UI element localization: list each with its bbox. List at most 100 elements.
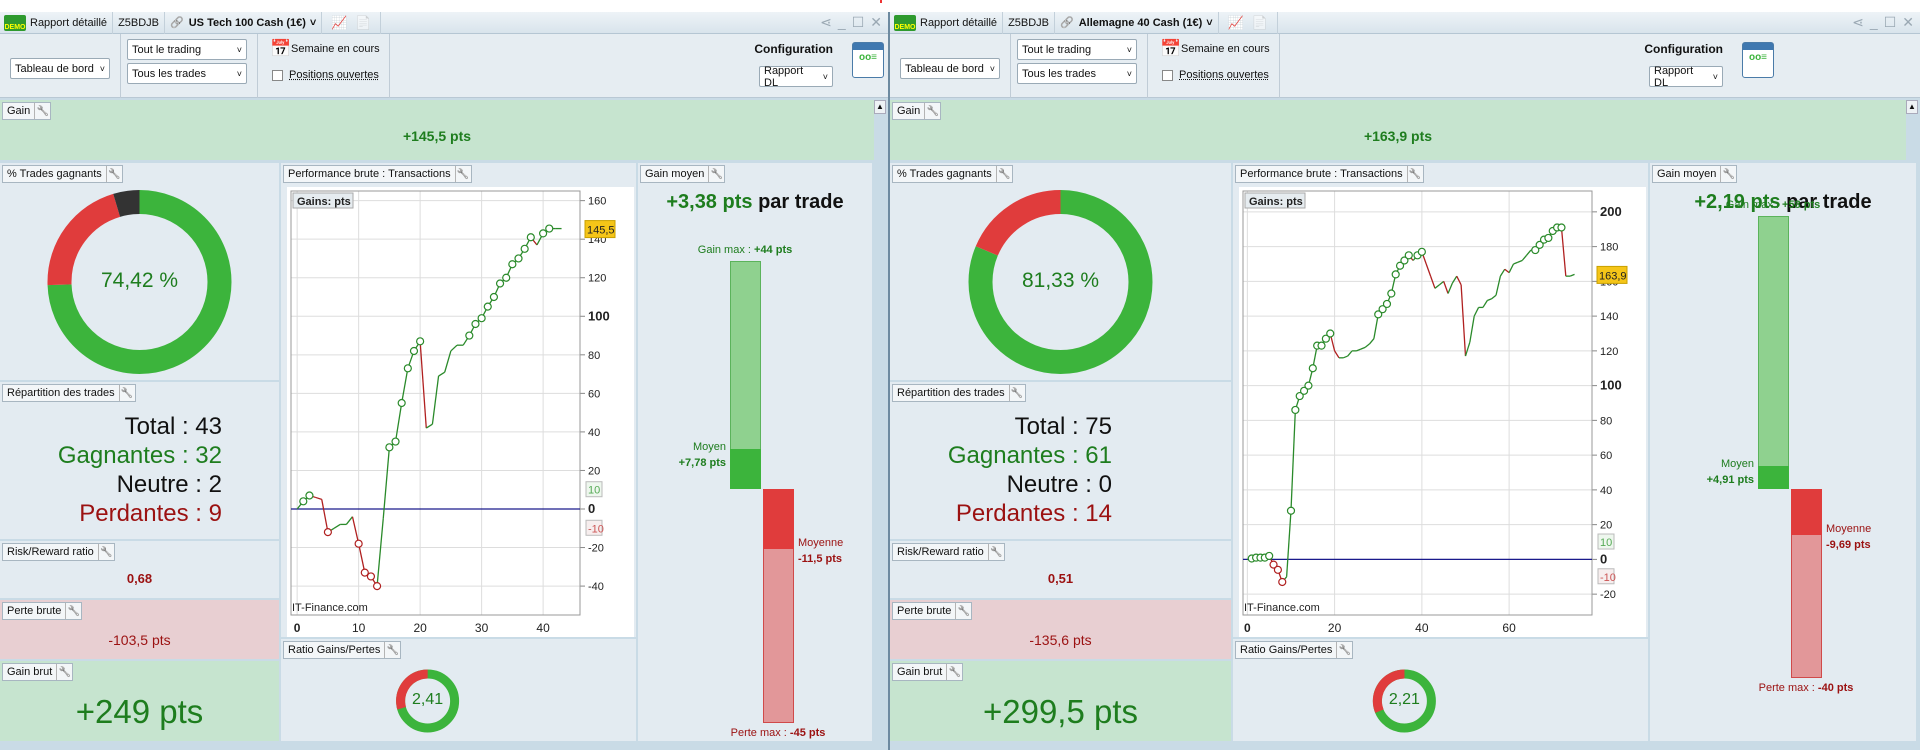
gross-gain-header: Gain brut 🔧 <box>892 663 964 681</box>
open-positions-link[interactable]: Positions ouvertes <box>1179 69 1269 81</box>
scroll-up-button[interactable]: ▲ <box>874 100 886 114</box>
separator: : <box>188 471 209 498</box>
title-bar: DEMO Rapport détaillé Z5BDJB 🔗 Allemagne 40 … <box>890 12 1920 34</box>
chevron-down-icon: ˅ <box>236 68 242 79</box>
wrench-icon[interactable]: 🔧 <box>1720 166 1736 182</box>
document-icon[interactable]: 📄 <box>1251 15 1269 31</box>
wrench-icon[interactable]: 🔧 <box>946 664 962 680</box>
wrench-icon[interactable]: 🔧 <box>987 544 1004 560</box>
equity-segment <box>438 371 446 377</box>
equity-segment <box>394 402 403 442</box>
equity-point-up <box>489 292 499 302</box>
view-select[interactable]: Tableau de bord ˅ <box>900 58 1000 79</box>
scope-select[interactable]: Tout le trading ˅ <box>127 39 247 60</box>
instrument-selector[interactable]: 🔗 US Tech 100 Cash (1€) ˅ <box>165 12 323 34</box>
win-rate-value: 74,42 % <box>100 269 179 292</box>
distribution-neutral-count: 0 <box>1098 471 1112 498</box>
equity-point-down <box>1278 577 1287 587</box>
equity-point-down <box>354 539 363 548</box>
toolbar: Tableau de bord ˅ Tout le trading ˅ Tous les… <box>890 34 1920 98</box>
instrument-selector[interactable]: 🔗 Allemagne 40 Cash (1€) ˅ <box>1055 12 1219 34</box>
minimize-icon[interactable]: _ <box>838 14 846 31</box>
win-rate-value: 81,33 % <box>1021 269 1100 292</box>
wrench-icon[interactable]: 🔧 <box>65 603 81 619</box>
tool-icons: 📈 📄 <box>322 12 382 34</box>
equity-point-up <box>397 398 406 408</box>
open-positions-link[interactable]: Positions ouvertes <box>289 69 379 81</box>
instrument-name: Allemagne 40 Cash (1€) <box>1078 16 1203 29</box>
wrench-icon[interactable]: 🔧 <box>1008 385 1025 401</box>
minimize-icon[interactable]: _ <box>1870 14 1878 31</box>
avg-loss-caption: Moyenne <box>798 536 844 549</box>
gross-gain-value: +249 pts <box>75 693 204 730</box>
document-icon[interactable]: 📄 <box>354 15 372 31</box>
distribution-total-label: Total <box>124 413 176 440</box>
wrench-icon[interactable]: 🔧 <box>34 103 50 119</box>
wrench-icon[interactable]: 🔧 <box>97 544 114 560</box>
gross-gain-label: Gain brut <box>7 666 53 678</box>
risk-reward-card: Risk/Reward ratio 🔧 0,51 <box>890 541 1231 598</box>
share-icon[interactable]: ⋖ <box>1852 14 1864 31</box>
avg-win-bar <box>1758 465 1789 489</box>
maximize-icon[interactable]: ☐ <box>852 14 865 31</box>
equity-segment <box>333 523 341 529</box>
y-tick-label: 20 <box>1600 520 1612 532</box>
equity-segment <box>1438 280 1445 286</box>
chevron-down-icon: ˅ <box>1712 71 1718 82</box>
scope-select[interactable]: Tout le trading ˅ <box>1017 39 1137 60</box>
chevron-down-icon: ˅ <box>99 63 105 74</box>
wrench-icon[interactable]: 🔧 <box>56 664 72 680</box>
period-label[interactable]: Semaine en cours <box>1181 43 1270 55</box>
calendar-icon[interactable]: 📅 <box>270 39 291 59</box>
y-tick-label: -20 <box>1600 589 1616 601</box>
panel-divider <box>888 12 890 750</box>
equity-point-up <box>1417 247 1426 256</box>
period-label[interactable]: Semaine en cours <box>291 43 380 55</box>
y-tick-label: 40 <box>1600 485 1612 497</box>
distribution-label: Répartition des trades <box>897 387 1005 399</box>
wrench-icon[interactable]: 🔧 <box>955 603 971 619</box>
configure-report-icon[interactable]: oo≡ <box>852 42 884 78</box>
chart-title: Gains: pts <box>297 196 351 208</box>
wrench-icon[interactable]: 🔧 <box>708 166 724 182</box>
wrench-icon[interactable]: 🔧 <box>118 385 135 401</box>
gain-label: Gain <box>897 105 921 117</box>
app-title: Rapport détaillé <box>30 16 108 29</box>
scroll-up-button[interactable]: ▲ <box>1906 100 1918 114</box>
share-icon[interactable]: ⋖ <box>820 14 832 31</box>
open-positions-checkbox[interactable] <box>1162 70 1173 81</box>
calendar-icon[interactable]: 📅 <box>1160 39 1181 59</box>
trades-select[interactable]: Tous les trades ˅ <box>1017 63 1137 84</box>
distribution-loss: Perdantes : 14 <box>948 499 1112 528</box>
config-select[interactable]: Rapport DL ˅ <box>1649 65 1723 89</box>
equity-segment <box>1347 350 1353 357</box>
equity-point-up <box>1404 251 1413 260</box>
avg-win-value: +4,91 pts <box>1706 473 1754 486</box>
open-positions-checkbox[interactable] <box>272 70 283 81</box>
close-icon[interactable]: ✕ <box>870 14 882 31</box>
wrench-icon[interactable]: 🔧 <box>924 103 940 119</box>
chart-icon[interactable]: 📈 <box>330 15 348 31</box>
configure-report-icon[interactable]: oo≡ <box>1742 42 1774 78</box>
equity-point-up <box>483 302 492 311</box>
chart-icon[interactable]: 📈 <box>1227 15 1245 31</box>
account-id: Z5BDJB <box>1003 12 1056 34</box>
equity-point-up <box>1387 289 1396 298</box>
equity-point-up <box>416 337 425 346</box>
close-icon[interactable]: ✕ <box>1902 14 1914 31</box>
equity-segment <box>1521 254 1528 261</box>
trades-select[interactable]: Tous les trades ˅ <box>127 63 247 84</box>
view-select[interactable]: Tableau de bord ˅ <box>10 58 110 79</box>
config-select[interactable]: Rapport DL ˅ <box>759 65 833 89</box>
equity-point-up <box>471 319 480 329</box>
average-gain-card: Gain moyen 🔧 +2,19 pts par trade Gain max :… <box>1650 163 1916 741</box>
divider <box>257 34 258 98</box>
equity-segment <box>1443 281 1449 294</box>
separator: : <box>1065 442 1086 469</box>
watermark: IT-Finance.com <box>1244 602 1320 614</box>
equity-point-up <box>1391 270 1400 279</box>
maximize-icon[interactable]: ☐ <box>1884 14 1897 31</box>
demo-logo: DEMO <box>894 14 916 31</box>
distribution-header: Répartition des trades 🔧 <box>2 384 136 402</box>
separator: : <box>1078 471 1099 498</box>
